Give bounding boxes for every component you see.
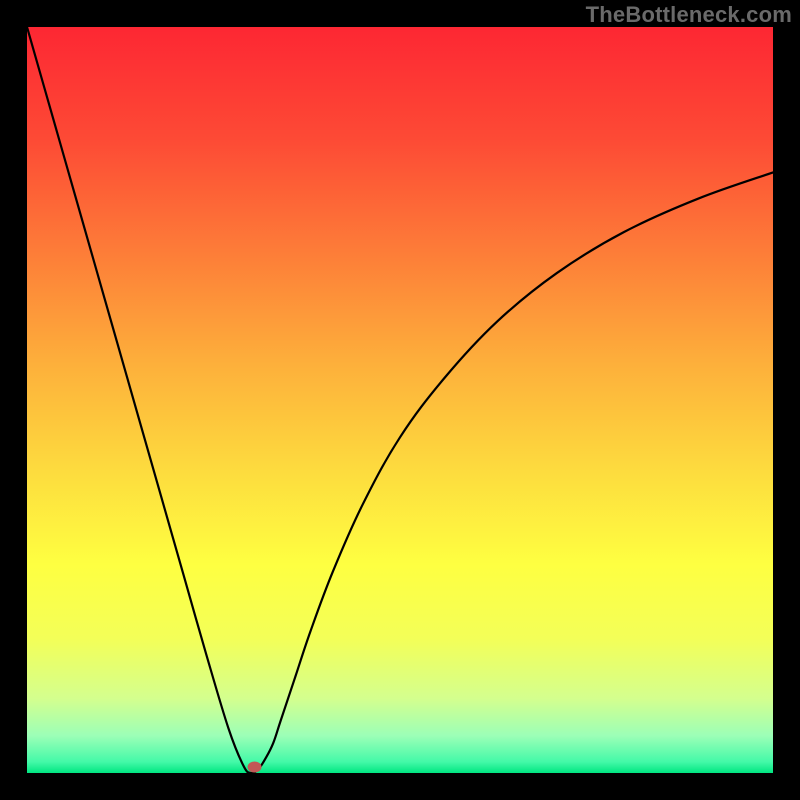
plot-area [27, 27, 773, 773]
minimum-marker [248, 762, 262, 773]
chart-frame: TheBottleneck.com [0, 0, 800, 800]
watermark-text: TheBottleneck.com [586, 2, 792, 28]
gradient-background [27, 27, 773, 773]
chart-svg [27, 27, 773, 773]
